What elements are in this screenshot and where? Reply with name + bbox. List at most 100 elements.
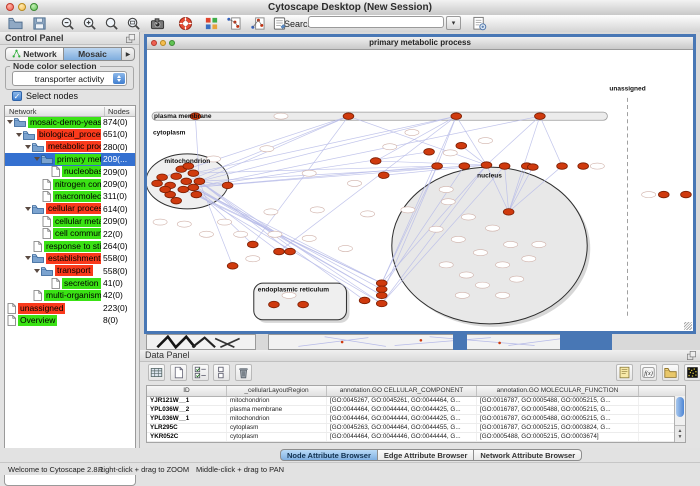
network-node[interactable] [178, 186, 189, 193]
layout-icon[interactable] [204, 16, 219, 31]
column-header--cellularlayoutregion[interactable]: _cellularLayoutRegion [227, 386, 327, 396]
search-input[interactable] [308, 16, 444, 28]
attribute-matrix-icon[interactable] [684, 364, 700, 381]
network-node[interactable] [535, 113, 546, 120]
network-node[interactable] [376, 292, 387, 299]
tree-item-biological-process[interactable]: biological_process651(0) [5, 128, 135, 140]
network-node[interactable] [481, 162, 492, 169]
network-graph[interactable]: plasma membranecytoplasmmitochondrionnuc… [147, 50, 693, 331]
network-edge[interactable] [193, 187, 279, 251]
zoom-in-icon[interactable] [82, 16, 97, 31]
unselect-attributes-icon[interactable] [213, 364, 230, 381]
import-attributes-icon[interactable] [662, 364, 679, 381]
disclosure-triangle-icon[interactable] [25, 207, 31, 211]
network-node[interactable] [370, 158, 381, 165]
network-node[interactable] [456, 142, 467, 149]
select-attributes-icon[interactable] [192, 364, 209, 381]
delete-attribute-icon[interactable] [235, 364, 252, 381]
background-window[interactable] [146, 334, 256, 350]
tree-item-cell-communicat[interactable]: cell communicat22(0) [5, 228, 135, 240]
tree-col-network[interactable]: Network [9, 107, 37, 116]
disclosure-triangle-icon[interactable] [7, 120, 13, 124]
select-nodes-checkbox[interactable]: ✓ [12, 91, 22, 101]
network-node[interactable] [152, 180, 163, 187]
network-node[interactable] [451, 113, 462, 120]
new-attribute-icon[interactable] [170, 364, 187, 381]
zoom-out-icon[interactable] [60, 16, 75, 31]
network-overview-icon[interactable] [226, 16, 241, 31]
network-node[interactable] [378, 172, 389, 179]
tree-item-unassigned[interactable]: unassigned223(0) [5, 302, 135, 314]
network-node[interactable] [188, 184, 199, 191]
network-node[interactable] [247, 241, 258, 248]
network-node[interactable] [527, 164, 538, 171]
network-node[interactable] [459, 163, 470, 170]
tree-item-mosaic-demo-yeast[interactable]: mosaic-demo-yeast874(0) [5, 116, 135, 128]
scrollbar-arrows[interactable]: ▲▼ [675, 425, 685, 442]
node-color-dropdown[interactable]: transporter activity [12, 71, 127, 86]
tree-item-nitrogen-compo[interactable]: nitrogen compo209(0) [5, 178, 135, 190]
network-node[interactable] [181, 178, 192, 185]
float-panel-icon[interactable] [686, 350, 697, 361]
annotation-icon[interactable] [616, 364, 633, 381]
network-node[interactable] [160, 186, 171, 193]
network-node[interactable] [557, 163, 568, 170]
tree-item-primary-metabo[interactable]: primary metabo209(... [5, 153, 135, 165]
float-panel-icon[interactable] [125, 33, 136, 44]
tree-item-multi-organism-pro[interactable]: multi-organism pro42(0) [5, 289, 135, 301]
scrollbar-thumb[interactable] [676, 397, 684, 417]
network-node[interactable] [222, 182, 233, 189]
network-node[interactable] [171, 197, 182, 204]
network-edge[interactable] [376, 161, 487, 165]
network-node[interactable] [578, 163, 589, 170]
column-header-id[interactable]: ID [147, 386, 227, 396]
tree-item-metabolic-process[interactable]: metabolic process280(0) [5, 141, 135, 153]
network-edge[interactable] [348, 116, 486, 165]
network-node[interactable] [274, 248, 285, 255]
tree-col-nodes[interactable]: Nodes [104, 107, 130, 116]
table-row-ykr052c[interactable]: YKR052Ccytoplasm[GO:0044464, GO:0044446,… [147, 433, 685, 442]
network-node[interactable] [188, 170, 199, 177]
save-session-icon[interactable] [32, 16, 47, 31]
table-row-ydr039c-1[interactable]: YDR039C__1mitochondrion[GO:0044464, GO:0… [147, 442, 685, 443]
network-node[interactable] [171, 173, 182, 180]
network-edge[interactable] [196, 195, 381, 284]
network-edge[interactable] [461, 146, 486, 165]
network-node[interactable] [227, 263, 238, 270]
disclosure-triangle-icon[interactable] [34, 157, 40, 161]
tree-item-overview[interactable]: Overview8(0) [5, 314, 135, 326]
network-node[interactable] [285, 248, 296, 255]
table-row-ylr295c[interactable]: YLR295Ccytoplasm[GO:0045263, GO:0044464,… [147, 424, 685, 433]
snapshot-icon[interactable] [150, 16, 165, 31]
disclosure-triangle-icon[interactable] [34, 269, 40, 273]
resize-grip[interactable] [684, 322, 692, 330]
column-header-annotation-go-molecular-function[interactable]: annotation.GO MOLECULAR_FUNCTION [477, 386, 639, 396]
attribute-browser-icon[interactable] [148, 364, 165, 381]
network-node[interactable] [343, 113, 354, 120]
table-scrollbar[interactable]: ▲▼ [674, 396, 685, 442]
table-row-ypl036w-2[interactable]: YPL036W__2plasma membrane[GO:0044464, GO… [147, 406, 685, 415]
network-node[interactable] [499, 163, 510, 170]
tab-network-attribute-browser[interactable]: Network Attribute Browser [474, 449, 582, 461]
network-edge[interactable] [199, 181, 364, 300]
help-icon[interactable] [178, 16, 193, 31]
network-window-titlebar[interactable]: primary metabolic process [147, 37, 693, 50]
zoom-selected-icon[interactable] [126, 16, 141, 31]
search-dropdown-button[interactable]: ▾ [446, 16, 461, 30]
column-header-annotation-go-cellular-component[interactable]: annotation.GO CELLULAR_COMPONENT [327, 386, 477, 396]
disclosure-triangle-icon[interactable] [25, 145, 31, 149]
network-node[interactable] [681, 191, 692, 198]
tree-item-transport[interactable]: transport558(0) [5, 265, 135, 277]
network-edge[interactable] [540, 116, 562, 166]
tree-item-cellular-process[interactable]: cellular process614(0) [5, 203, 135, 215]
tree-item-response-to-stimulu[interactable]: response to stimulu264(0) [5, 240, 135, 252]
network-node[interactable] [376, 280, 387, 287]
network-node[interactable] [194, 178, 205, 185]
tree-item-macromolecule[interactable]: macromolecule311(0) [5, 190, 135, 202]
advanced-search-icon[interactable] [472, 16, 487, 31]
network-node[interactable] [359, 297, 370, 304]
tab-node-attribute-browser[interactable]: Node Attribute Browser [280, 449, 378, 461]
network-node[interactable] [269, 301, 280, 308]
network-node[interactable] [376, 286, 387, 293]
table-row-yjr121w-1[interactable]: YJR121W__1mitochondrion[GO:0045267, GO:0… [147, 397, 685, 406]
